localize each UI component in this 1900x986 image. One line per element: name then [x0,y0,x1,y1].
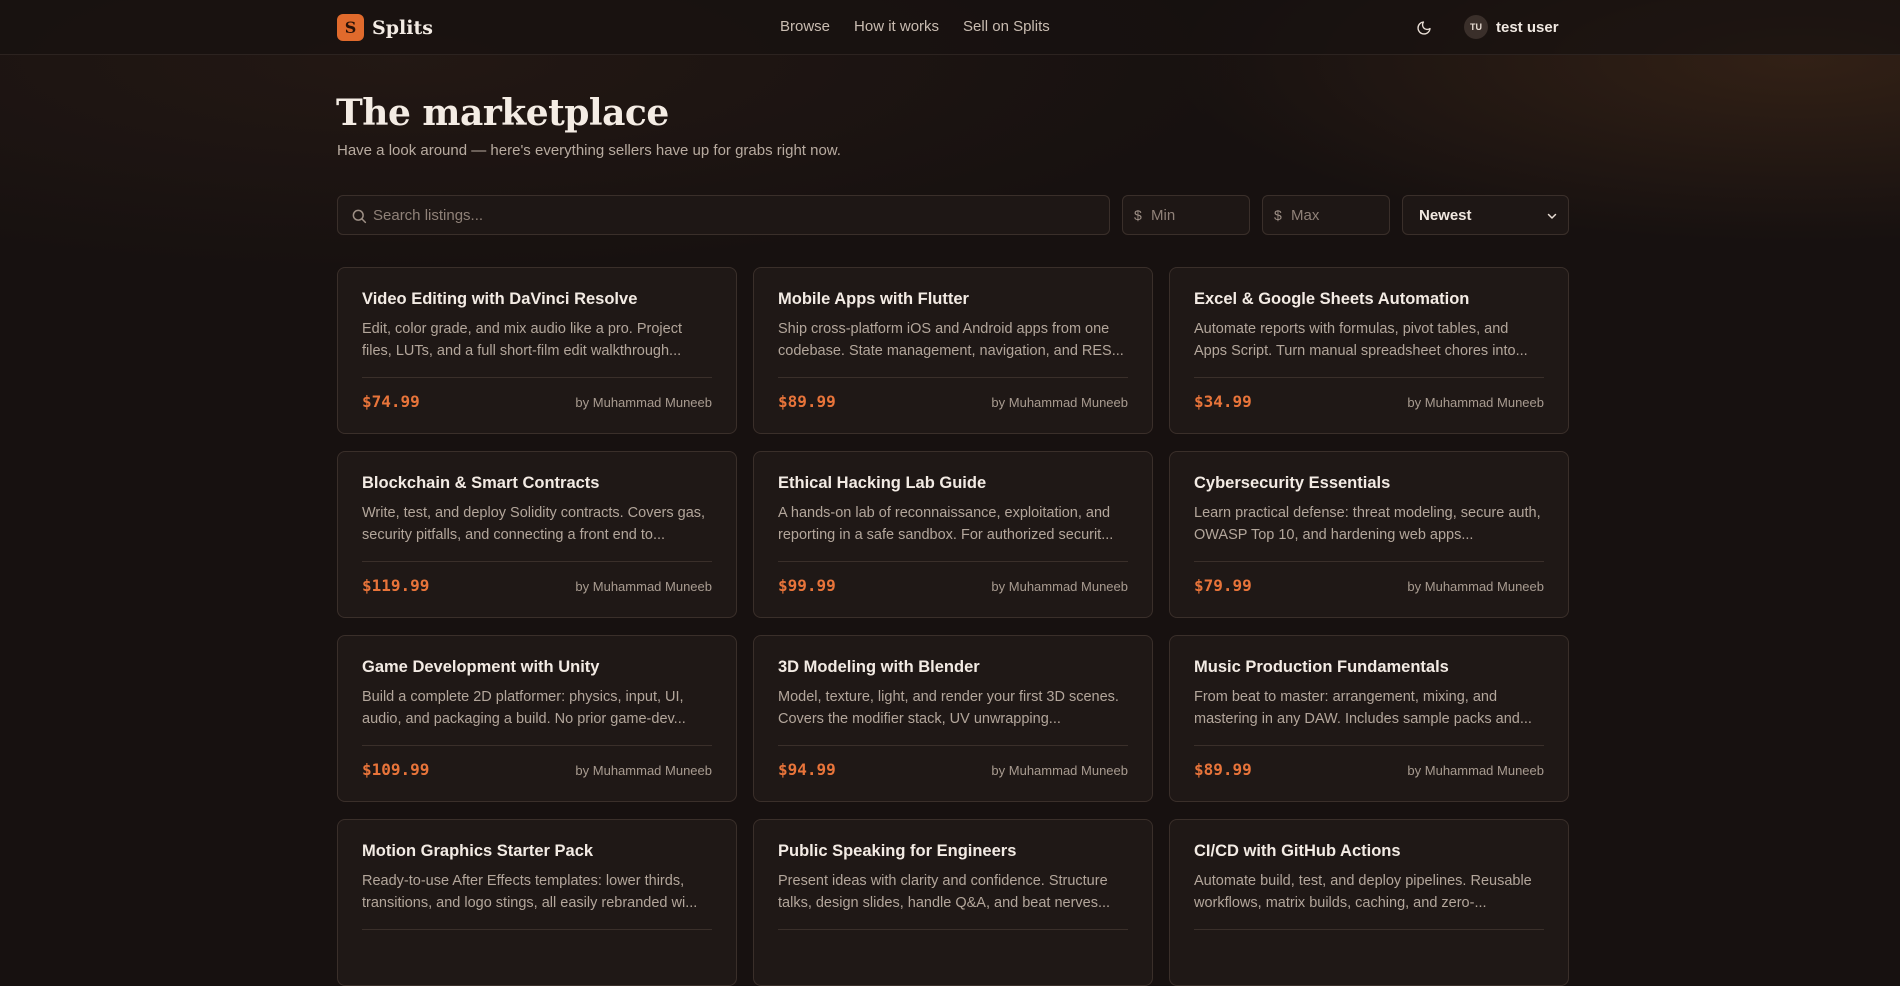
search-icon [352,209,367,224]
listing-card[interactable]: Motion Graphics Starter Pack Ready-to-us… [337,819,737,986]
listing-card[interactable]: Cybersecurity Essentials Learn practical… [1169,451,1569,618]
listing-price: $109.99 [362,760,430,779]
card-divider [1194,929,1544,930]
listing-title: Public Speaking for Engineers [778,842,1017,860]
listing-seller: by Muhammad Muneeb [575,763,712,778]
listing-title: Ethical Hacking Lab Guide [778,474,987,492]
listing-card[interactable]: Excel & Google Sheets Automation Automat… [1169,267,1569,434]
nav-how-it-works[interactable]: How it works [854,18,939,35]
listing-description: Automate build, test, and deploy pipelin… [1194,872,1532,911]
listing-description: Model, texture, light, and render your f… [778,688,1119,727]
listing-title: Music Production Fundamentals [1194,658,1449,676]
card-divider [778,561,1128,562]
moon-icon [1417,21,1431,35]
currency-symbol: $ [1274,207,1282,223]
listing-seller: by Muhammad Muneeb [575,579,712,594]
card-divider [778,745,1128,746]
theme-toggle-button[interactable] [1413,17,1435,39]
card-divider [1194,745,1544,746]
min-price-input[interactable] [1151,196,1246,234]
brand-name: Splits [372,16,433,39]
sort-select[interactable]: Newest [1402,195,1569,235]
card-divider [362,745,712,746]
listing-card[interactable]: Blockchain & Smart Contracts Write, test… [337,451,737,618]
listing-description: Learn practical defense: threat modeling… [1194,504,1541,543]
chevron-down-icon [1547,213,1557,219]
listing-card[interactable]: CI/CD with GitHub Actions Automate build… [1169,819,1569,986]
listing-title: Excel & Google Sheets Automation [1194,290,1470,308]
listing-card[interactable]: Ethical Hacking Lab Guide A hands-on lab… [753,451,1153,618]
filter-bar: $ $ Newest [337,195,1569,235]
listing-price: $94.99 [778,760,836,779]
listing-card[interactable]: 3D Modeling with Blender Model, texture,… [753,635,1153,802]
listing-card[interactable]: Mobile Apps with Flutter Ship cross-plat… [753,267,1153,434]
listing-price: $89.99 [1194,760,1252,779]
listing-price: $99.99 [778,576,836,595]
brand-logo: S [337,14,364,41]
avatar: TU [1464,15,1488,39]
listing-price: $74.99 [362,392,420,411]
listing-description: Build a complete 2D platformer: physics,… [362,688,686,727]
sort-selected-value: Newest [1419,207,1472,224]
listing-seller: by Muhammad Muneeb [991,763,1128,778]
listing-title: Game Development with Unity [362,658,600,676]
nav-sell-on-splits[interactable]: Sell on Splits [963,18,1050,35]
search-input[interactable] [373,196,1093,234]
card-divider [1194,561,1544,562]
listing-description: From beat to master: arrangement, mixing… [1194,688,1532,727]
listing-price: $79.99 [1194,576,1252,595]
listing-description: Automate reports with formulas, pivot ta… [1194,320,1528,359]
listing-title: Cybersecurity Essentials [1194,474,1391,492]
card-divider [362,929,712,930]
listing-title: 3D Modeling with Blender [778,658,980,676]
listing-title: Blockchain & Smart Contracts [362,474,600,492]
listing-description: Present ideas with clarity and confidenc… [778,872,1111,911]
listing-price: $34.99 [1194,392,1252,411]
listing-title: CI/CD with GitHub Actions [1194,842,1401,860]
listing-price: $119.99 [362,576,430,595]
currency-symbol: $ [1134,207,1142,223]
search-box [337,195,1110,235]
top-navbar: S Splits Browse How it works Sell on Spl… [0,0,1900,55]
page-title: The marketplace [336,92,669,134]
user-menu-button[interactable]: TU test user [1464,15,1559,39]
listing-price: $89.99 [778,392,836,411]
card-divider [778,377,1128,378]
listing-description: A hands-on lab of reconnaissance, exploi… [778,504,1114,543]
listing-title: Mobile Apps with Flutter [778,290,969,308]
brand-link[interactable]: S Splits [337,14,433,41]
main-nav: Browse How it works Sell on Splits [780,18,1050,35]
listing-seller: by Muhammad Muneeb [575,395,712,410]
user-name: test user [1496,18,1559,36]
listing-description: Write, test, and deploy Solidity contrac… [362,504,706,543]
listing-grid: Video Editing with DaVinci Resolve Edit,… [337,267,1569,986]
listing-description: Edit, color grade, and mix audio like a … [362,320,682,359]
listing-description: Ready-to-use After Effects templates: lo… [362,872,698,911]
card-divider [778,929,1128,930]
listing-card[interactable]: Game Development with Unity Build a comp… [337,635,737,802]
listing-seller: by Muhammad Muneeb [991,579,1128,594]
listing-title: Motion Graphics Starter Pack [362,842,594,860]
min-price-box: $ [1122,195,1250,235]
listing-card[interactable]: Video Editing with DaVinci Resolve Edit,… [337,267,737,434]
listing-card[interactable]: Public Speaking for Engineers Present id… [753,819,1153,986]
max-price-input[interactable] [1291,196,1386,234]
max-price-box: $ [1262,195,1390,235]
listing-title: Video Editing with DaVinci Resolve [362,290,638,308]
listing-seller: by Muhammad Muneeb [1407,763,1544,778]
listing-seller: by Muhammad Muneeb [1407,579,1544,594]
card-divider [1194,377,1544,378]
card-divider [362,561,712,562]
listing-seller: by Muhammad Muneeb [1407,395,1544,410]
page-subtitle: Have a look around — here's everything s… [337,142,841,159]
nav-browse[interactable]: Browse [780,18,830,35]
listing-card[interactable]: Music Production Fundamentals From beat … [1169,635,1569,802]
listing-seller: by Muhammad Muneeb [991,395,1128,410]
card-divider [362,377,712,378]
listing-description: Ship cross-platform iOS and Android apps… [778,320,1124,359]
